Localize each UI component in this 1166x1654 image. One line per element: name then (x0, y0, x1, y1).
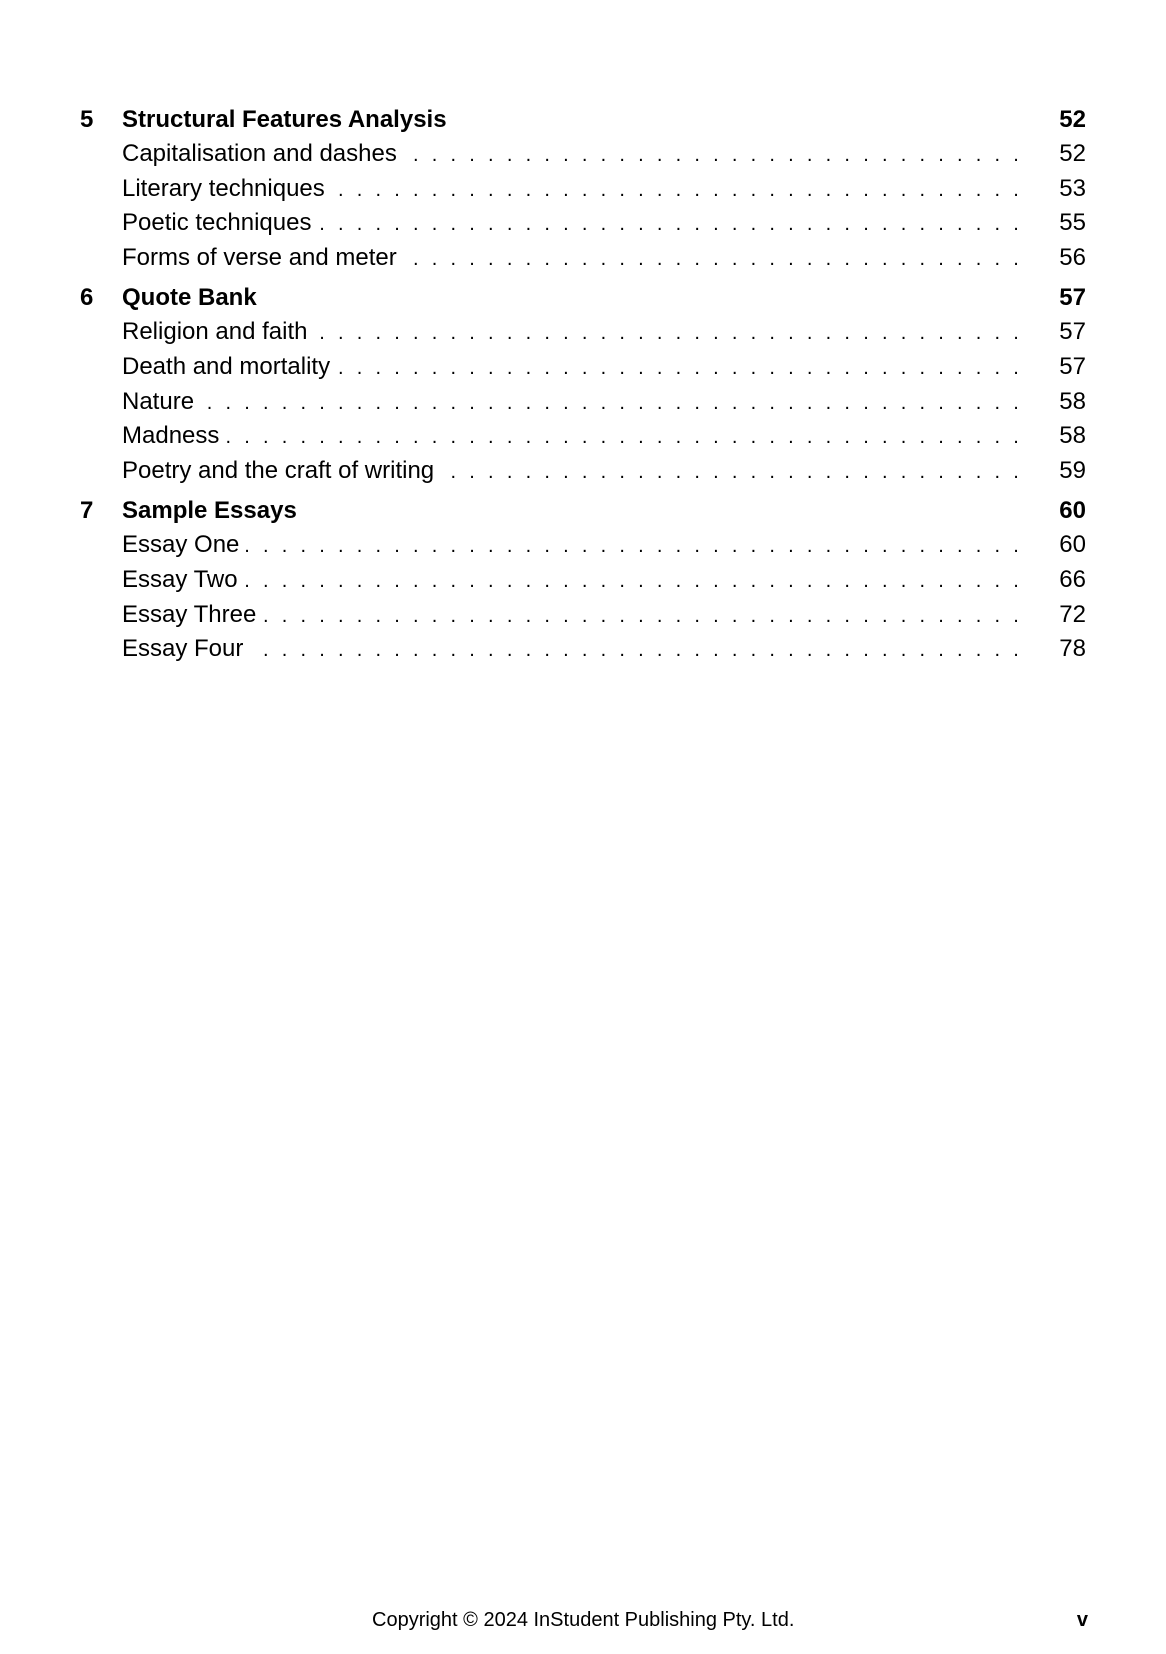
entry-page-number: 57 (1059, 318, 1086, 346)
dot-leader: ........................................… (403, 247, 1032, 270)
entry-title: Religion and faith (122, 318, 308, 346)
entry-page-number: 72 (1059, 600, 1086, 628)
toc-entry[interactable]: Essay One...............................… (80, 528, 1086, 563)
entry-title: Essay One (122, 531, 240, 559)
toc-entry[interactable]: Essay Four..............................… (80, 632, 1086, 667)
toc-entry[interactable]: Nature..................................… (80, 385, 1086, 420)
chapter-number: 5 (80, 106, 94, 133)
entry-page-number: 60 (1059, 531, 1086, 559)
entry-title: Essay Two (122, 565, 238, 593)
dot-leader: ........................................… (336, 356, 1032, 379)
entry-page-number: 52 (1059, 140, 1086, 167)
chapter-title: Structural Features Analysis (122, 106, 447, 133)
dot-leader: ........................................… (200, 391, 1032, 414)
chapter-heading[interactable]: 7 Sample Essays 60 (80, 494, 1086, 528)
toc-entry[interactable]: Death and mortality.....................… (80, 350, 1086, 385)
toc-entry[interactable]: Poetry and the craft of writing.........… (80, 454, 1086, 489)
chapter-heading[interactable]: 5 Structural Features Analysis 52 (80, 103, 1086, 137)
dot-leader: ........................................… (262, 604, 1032, 627)
entry-page-number: 55 (1059, 209, 1086, 237)
entry-page-number: 57 (1059, 352, 1086, 380)
entry-page-number: 53 (1059, 174, 1086, 202)
entry-title: Essay Three (122, 600, 257, 628)
table-of-contents: 5 Structural Features Analysis 52 Capita… (80, 103, 1086, 673)
entry-title: Essay Four (122, 635, 244, 663)
page-footer: Copyright © 2024 InStudent Publishing Pt… (0, 1605, 1166, 1635)
toc-chapter: 6 Quote Bank 57 Religion and faith......… (80, 281, 1086, 488)
dot-leader: ........................................… (244, 569, 1032, 592)
entry-page-number: 59 (1059, 456, 1086, 484)
dot-leader: ........................................… (225, 426, 1032, 449)
toc-entry[interactable]: Forms of verse and meter................… (80, 241, 1086, 276)
chapter-page-number: 57 (1059, 284, 1086, 312)
dot-leader: ........................................… (317, 213, 1032, 236)
chapter-number: 7 (80, 497, 94, 525)
toc-entry[interactable]: Essay Two...............................… (80, 563, 1086, 598)
toc-entry[interactable]: Essay Three.............................… (80, 598, 1086, 633)
entry-page-number: 66 (1059, 565, 1086, 593)
toc-chapter: 5 Structural Features Analysis 52 Capita… (80, 103, 1086, 275)
entry-title: Forms of verse and meter (122, 243, 397, 271)
toc-entry[interactable]: Literary techniques.....................… (80, 172, 1086, 207)
entry-title: Nature (122, 387, 195, 415)
toc-entry[interactable]: Capitalisation and dashes...............… (80, 137, 1086, 172)
entry-page-number: 56 (1059, 243, 1086, 271)
chapter-page-number: 60 (1059, 497, 1086, 525)
toc-entry[interactable]: Madness.................................… (80, 419, 1086, 454)
dot-leader: ........................................… (249, 639, 1032, 662)
chapter-heading[interactable]: 6 Quote Bank 57 (80, 281, 1086, 315)
entry-page-number: 58 (1059, 422, 1086, 450)
copyright-notice: Copyright © 2024 InStudent Publishing Pt… (372, 1609, 795, 1631)
toc-entry[interactable]: Poetic techniques.......................… (80, 206, 1086, 241)
entry-title: Poetry and the craft of writing (122, 456, 435, 484)
chapter-title: Quote Bank (122, 284, 257, 312)
dot-leader: ........................................… (440, 460, 1032, 483)
entry-title: Literary techniques (122, 174, 325, 202)
page-number: v (1076, 1609, 1088, 1631)
dot-leader: ........................................… (403, 144, 1032, 166)
entry-title: Poetic techniques (122, 209, 312, 237)
toc-entry[interactable]: Religion and faith......................… (80, 315, 1086, 350)
toc-chapter: 7 Sample Essays 60 Essay One............… (80, 494, 1086, 666)
chapter-title: Sample Essays (122, 497, 297, 525)
entry-title: Death and mortality (122, 352, 331, 380)
entry-page-number: 78 (1059, 635, 1086, 663)
dot-leader: ........................................… (313, 322, 1032, 345)
dot-leader: ........................................… (331, 178, 1032, 201)
dot-leader: ........................................… (245, 535, 1032, 558)
chapter-number: 6 (80, 284, 94, 312)
entry-page-number: 58 (1059, 387, 1086, 415)
entry-title: Madness (122, 422, 220, 450)
entry-title: Capitalisation and dashes (122, 140, 397, 167)
chapter-page-number: 52 (1059, 106, 1086, 133)
